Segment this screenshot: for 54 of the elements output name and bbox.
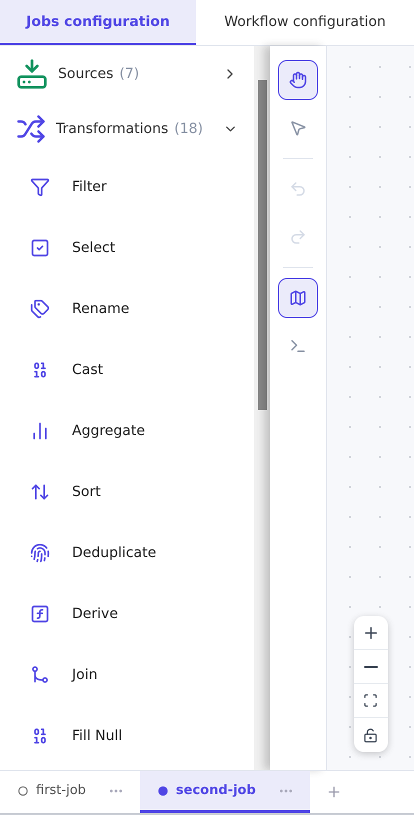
category-label: Sources	[58, 66, 114, 82]
item-label: Fill Null	[72, 728, 122, 744]
minus-icon	[364, 666, 378, 668]
transformation-item[interactable]: Sort	[0, 461, 254, 522]
pointer-icon	[289, 119, 307, 137]
item-label: Select	[72, 240, 116, 256]
fingerprint-icon	[30, 542, 50, 562]
transformation-item[interactable]: Rename	[0, 278, 254, 339]
item-label: Deduplicate	[72, 544, 156, 560]
category-count: (7)	[119, 66, 140, 82]
join-icon	[30, 664, 50, 684]
item-label: Aggregate	[72, 422, 145, 438]
function-icon	[30, 604, 50, 624]
unlocked-lock-icon	[363, 728, 378, 742]
category-header[interactable]: Sources (7)	[0, 46, 254, 101]
hand-icon	[289, 71, 307, 89]
plus-icon	[326, 784, 342, 800]
category-label: Transformations	[56, 120, 168, 136]
funnel-icon	[30, 176, 50, 196]
transformation-item[interactable]: Aggregate	[0, 400, 254, 461]
item-label: Filter	[72, 178, 107, 194]
transformation-item[interactable]: Derive	[0, 583, 254, 644]
status-dot-icon	[158, 786, 168, 796]
tool-button[interactable]	[278, 60, 318, 100]
item-label: Derive	[72, 606, 118, 622]
transformation-item[interactable]: Fill Null	[0, 705, 254, 766]
frame-corners-icon	[363, 693, 378, 708]
transformation-item[interactable]: Deduplicate	[0, 522, 254, 583]
job-tab-label: second-job	[176, 783, 256, 798]
tool-button[interactable]	[278, 278, 318, 318]
tab[interactable]: Jobs configuration	[0, 0, 196, 45]
arrows-up-down-icon	[30, 482, 50, 502]
undo-icon	[289, 180, 307, 198]
transformation-item[interactable]: Join	[0, 644, 254, 705]
redo-icon	[289, 228, 307, 246]
job-tab[interactable]: second-job	[140, 771, 310, 813]
item-label: Join	[72, 666, 98, 682]
transformation-item[interactable]: Cast	[0, 339, 254, 400]
category-header[interactable]: Transformations (18)	[0, 101, 254, 156]
shuffle-icon	[16, 112, 46, 144]
terminal-icon	[289, 337, 307, 355]
checkbox-icon	[30, 238, 50, 258]
job-tab-label: first-job	[36, 783, 86, 798]
status-dot-icon	[18, 786, 28, 796]
category-count: (18)	[174, 120, 204, 136]
transformation-item[interactable]: Select	[0, 217, 254, 278]
transformation-item[interactable]: Filter	[0, 156, 254, 217]
tags-icon	[30, 298, 50, 318]
item-label: Sort	[72, 484, 101, 500]
scrollbar-thumb[interactable]	[258, 80, 267, 410]
item-label: Rename	[72, 300, 130, 316]
download-drive-icon	[16, 58, 48, 90]
map-icon	[289, 289, 307, 307]
item-label: Cast	[72, 362, 104, 378]
